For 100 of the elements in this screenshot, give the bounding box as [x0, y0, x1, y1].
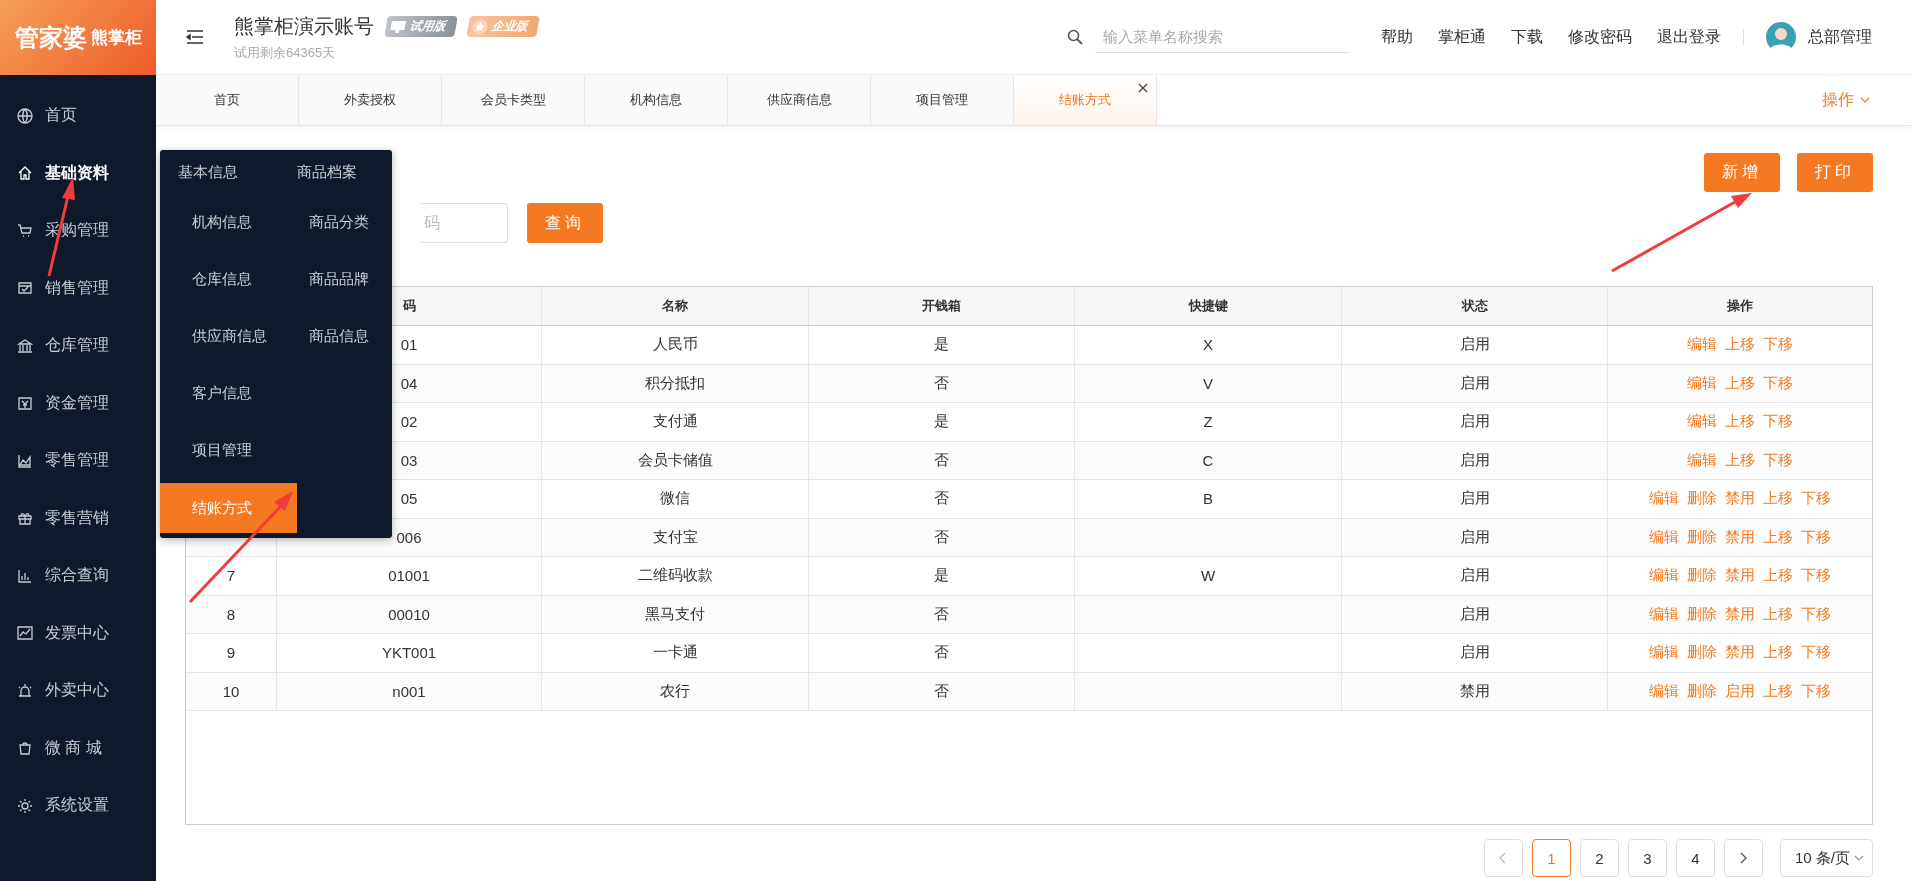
sidebar-item[interactable]: 系统设置 [0, 777, 156, 835]
row-action-link[interactable]: 上移 [1763, 489, 1793, 509]
menu-toggle-icon[interactable] [186, 30, 204, 44]
row-action-link[interactable]: 禁用 [1725, 527, 1755, 547]
row-action-link[interactable]: 禁用 [1725, 566, 1755, 586]
sidebar-item[interactable]: 零售营销 [0, 489, 156, 547]
sidebar-item[interactable]: 资金管理 [0, 374, 156, 432]
avatar-icon[interactable] [1766, 22, 1796, 52]
row-action-link[interactable]: 上移 [1763, 681, 1793, 701]
sidebar-item[interactable]: 销售管理 [0, 259, 156, 317]
table-cell: 启用 [1342, 403, 1608, 442]
row-action-link[interactable]: 编辑 [1687, 450, 1717, 470]
row-action-link[interactable]: 上移 [1763, 566, 1793, 586]
header-link[interactable]: 掌柜通 [1438, 26, 1486, 48]
row-action-link[interactable]: 启用 [1725, 681, 1755, 701]
table-cell: 否 [809, 518, 1075, 557]
row-action-link[interactable]: 上移 [1763, 604, 1793, 624]
row-action-link[interactable]: 编辑 [1649, 527, 1679, 547]
row-action-link[interactable]: 下移 [1763, 373, 1793, 393]
table-cell: 10 [186, 672, 277, 711]
row-action-link[interactable]: 编辑 [1649, 566, 1679, 586]
sidebar-item[interactable]: 发票中心 [0, 604, 156, 662]
row-action-link[interactable]: 编辑 [1687, 335, 1717, 355]
submenu-item[interactable]: 商品分类 [297, 194, 369, 251]
page-button[interactable]: 3 [1627, 839, 1667, 877]
user-name[interactable]: 总部管理 [1808, 26, 1872, 48]
row-action-link[interactable]: 编辑 [1687, 412, 1717, 432]
sidebar-item[interactable]: 外卖中心 [0, 662, 156, 720]
page-tab[interactable]: 项目管理 [871, 75, 1014, 125]
column-header: 操作 [1726, 297, 1754, 315]
row-action-link[interactable]: 上移 [1725, 335, 1755, 355]
page-size-dropdown[interactable]: 10 条/页 [1779, 839, 1873, 877]
page-button[interactable]: 1 [1531, 839, 1571, 877]
sidebar-item[interactable]: 综合查询 [0, 547, 156, 605]
add-button[interactable]: 新增 [1704, 153, 1780, 192]
row-action-link[interactable]: 删除 [1687, 643, 1717, 663]
header-link[interactable]: 修改密码 [1568, 26, 1632, 48]
row-action-link[interactable]: 下移 [1801, 643, 1831, 663]
sidebar-item[interactable]: 基础资料 [0, 144, 156, 202]
sidebar-item[interactable]: 微 商 城 [0, 719, 156, 777]
row-action-link[interactable]: 删除 [1687, 527, 1717, 547]
table-cell: 启用 [1342, 326, 1608, 365]
table-cell: 00010 [277, 595, 542, 634]
row-action-link[interactable]: 上移 [1725, 373, 1755, 393]
row-action-link[interactable]: 删除 [1687, 604, 1717, 624]
row-action-link[interactable]: 禁用 [1725, 643, 1755, 663]
print-button[interactable]: 打印 [1797, 153, 1873, 192]
header-link[interactable]: 退出登录 [1657, 26, 1721, 48]
table-cell: Z [1075, 403, 1342, 442]
row-action-link[interactable]: 编辑 [1687, 373, 1717, 393]
table-cell: C [1075, 441, 1342, 480]
row-action-link[interactable]: 删除 [1687, 566, 1717, 586]
table-cell: 会员卡储值 [542, 441, 809, 480]
page-button[interactable]: 4 [1675, 839, 1715, 877]
row-action-link[interactable]: 下移 [1801, 681, 1831, 701]
row-action-link[interactable]: 删除 [1687, 681, 1717, 701]
sidebar-item[interactable]: 零售管理 [0, 432, 156, 490]
search-field[interactable]: 码 [420, 203, 508, 243]
page-tab[interactable]: 会员卡类型 [442, 75, 585, 125]
query-button[interactable]: 查询 [527, 203, 603, 243]
row-action-link[interactable]: 编辑 [1649, 643, 1679, 663]
page-tab[interactable]: 首页 [156, 75, 299, 125]
row-action-link[interactable]: 上移 [1763, 527, 1793, 547]
row-action-link[interactable]: 禁用 [1725, 604, 1755, 624]
page-tab[interactable]: 供应商信息 [728, 75, 871, 125]
submenu-item[interactable]: 机构信息 [160, 194, 297, 251]
sidebar-item[interactable]: 仓库管理 [0, 317, 156, 375]
table-cell: 01001 [277, 557, 542, 596]
row-action-link[interactable]: 编辑 [1649, 489, 1679, 509]
row-action-link[interactable]: 下移 [1801, 566, 1831, 586]
column-header: 快捷键 [1075, 287, 1342, 325]
sidebar-item[interactable]: 首页 [0, 87, 156, 145]
page-tab[interactable]: 机构信息 [585, 75, 728, 125]
submenu-item[interactable]: 结账方式 [160, 483, 297, 533]
table-cell: 启用 [1342, 557, 1608, 596]
page-button[interactable]: 2 [1579, 839, 1619, 877]
table-cell: 农行 [542, 672, 809, 711]
table-cell: 积分抵扣 [542, 364, 809, 403]
header-link[interactable]: 帮助 [1381, 26, 1413, 48]
row-action-link[interactable]: 下移 [1801, 604, 1831, 624]
row-action-link[interactable]: 上移 [1725, 450, 1755, 470]
nav-icon [17, 395, 33, 412]
row-action-link[interactable]: 编辑 [1649, 681, 1679, 701]
row-action-link[interactable]: 编辑 [1649, 604, 1679, 624]
table-cell: X [1075, 326, 1342, 365]
row-action-link[interactable]: 下移 [1801, 527, 1831, 547]
tab-menu-dropdown[interactable]: 操作 [1822, 75, 1870, 125]
row-action-link[interactable]: 下移 [1763, 412, 1793, 432]
row-action-link[interactable]: 删除 [1687, 489, 1717, 509]
page-tab[interactable]: 外卖授权 [299, 75, 442, 125]
table-cell: 7 [186, 557, 277, 596]
row-action-link[interactable]: 禁用 [1725, 489, 1755, 509]
header-link[interactable]: 下载 [1511, 26, 1543, 48]
page-tab[interactable]: 结账方式 [1014, 75, 1157, 125]
row-action-link[interactable]: 下移 [1801, 489, 1831, 509]
row-action-link[interactable]: 上移 [1763, 643, 1793, 663]
close-icon[interactable] [1138, 83, 1148, 93]
row-action-link[interactable]: 下移 [1763, 335, 1793, 355]
row-action-link[interactable]: 下移 [1763, 450, 1793, 470]
row-action-link[interactable]: 上移 [1725, 412, 1755, 432]
